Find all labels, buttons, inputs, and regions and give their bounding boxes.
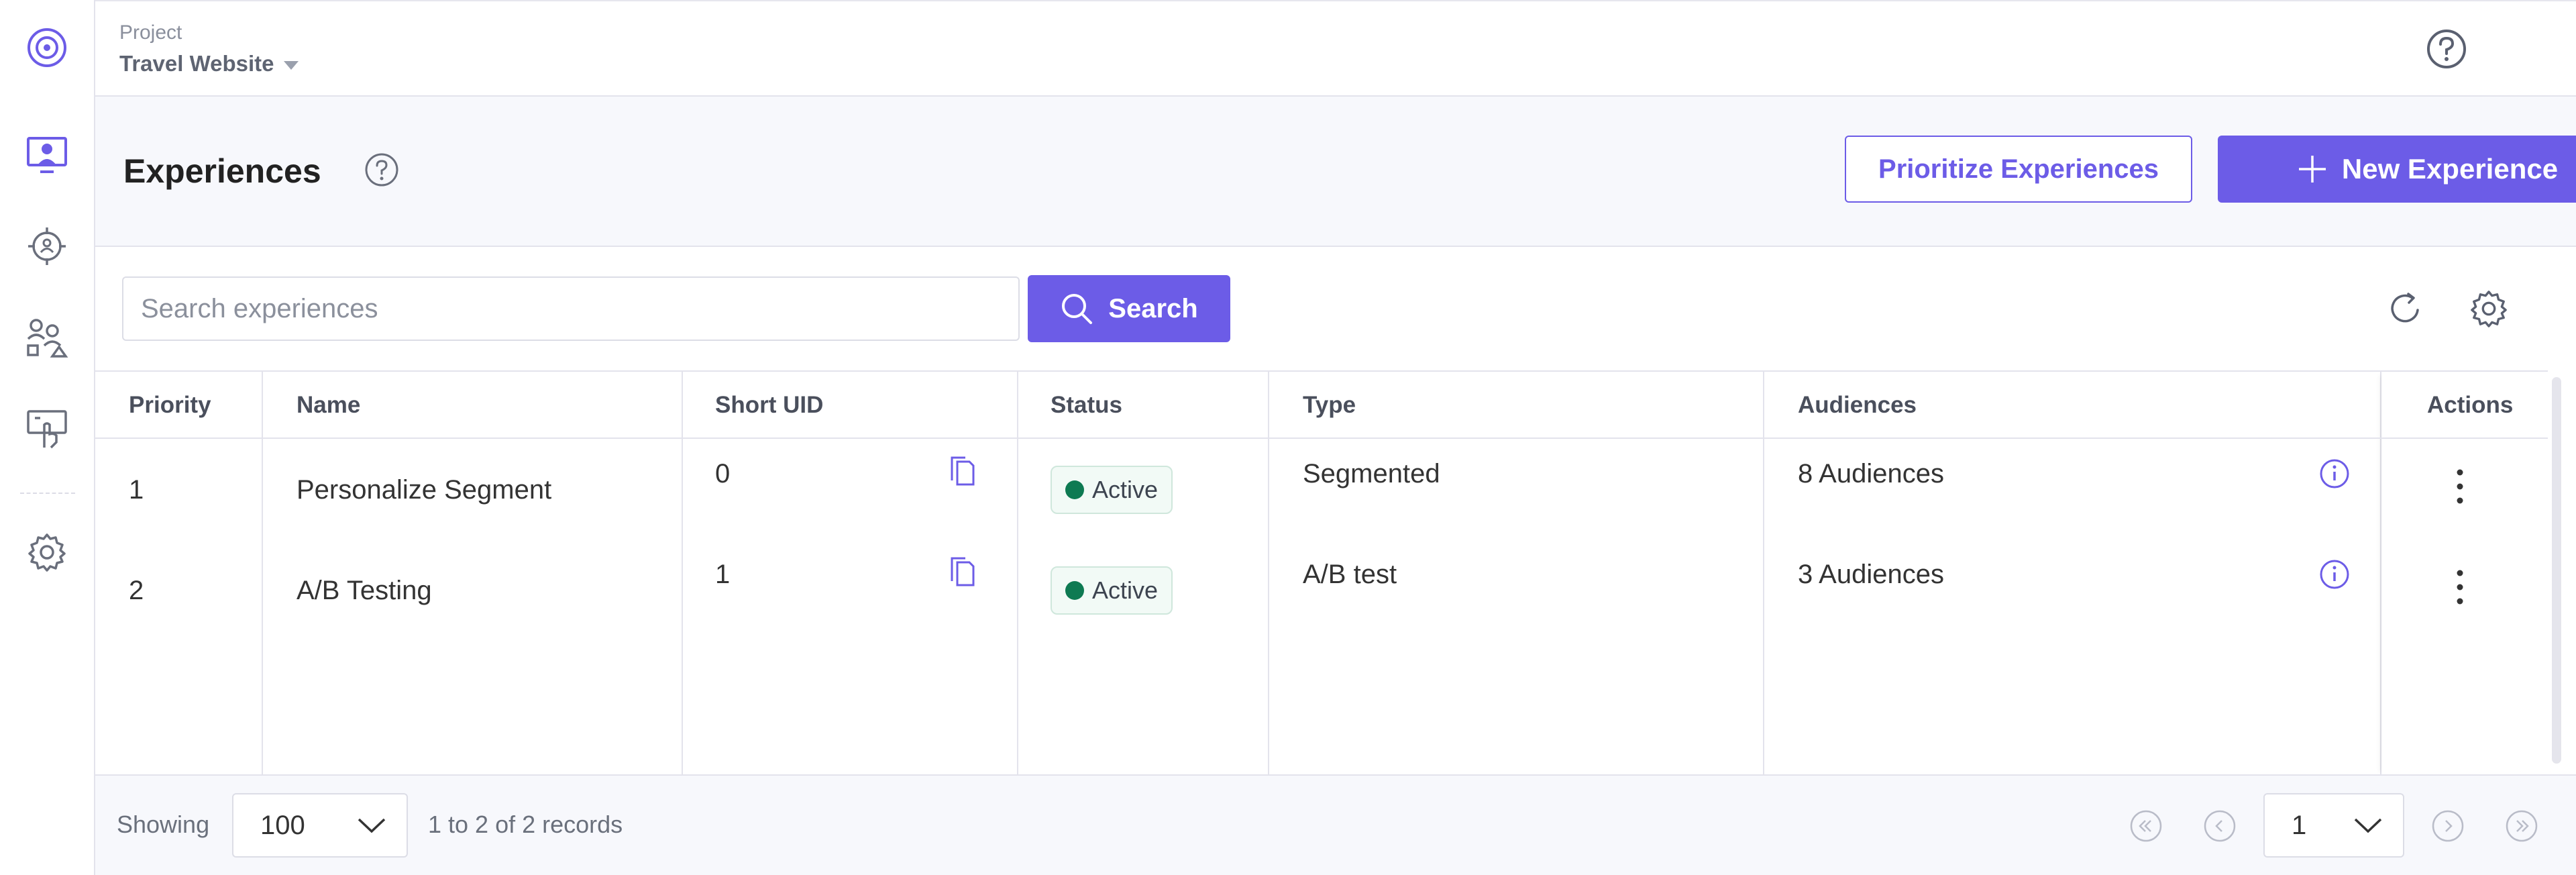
rail-divider bbox=[20, 493, 75, 494]
column-header-type[interactable]: Type bbox=[1303, 372, 1356, 439]
row-type: A/B test bbox=[1303, 560, 1397, 589]
row-actions-kebab-icon[interactable] bbox=[2443, 463, 2477, 510]
active-status-dot bbox=[1065, 480, 1084, 499]
info-icon[interactable] bbox=[2317, 456, 2352, 491]
records-count: 1 to 2 of 2 records bbox=[428, 811, 623, 838]
row-name[interactable]: Personalize Segment bbox=[297, 475, 551, 505]
current-page-value: 1 bbox=[2292, 810, 2307, 840]
column-header-name[interactable]: Name bbox=[297, 372, 360, 439]
row-priority: 1 bbox=[129, 475, 144, 505]
row-priority: 2 bbox=[129, 576, 144, 605]
active-status-dot bbox=[1065, 581, 1084, 600]
experiences-table: Priority Name Short UID Status Type Audi… bbox=[95, 370, 2548, 776]
project-selector[interactable]: Travel Website bbox=[119, 51, 299, 76]
column-header-priority[interactable]: Priority bbox=[129, 372, 211, 439]
column-header-audiences[interactable]: Audiences bbox=[1798, 372, 1917, 439]
settings-gear-icon[interactable] bbox=[23, 529, 70, 576]
status-text: Active bbox=[1092, 476, 1159, 503]
help-icon[interactable] bbox=[2423, 25, 2470, 72]
previous-page-icon[interactable] bbox=[2202, 808, 2238, 844]
table-footer: Showing 100 1 to 2 of 2 records 1 bbox=[95, 774, 2576, 875]
copy-icon[interactable] bbox=[947, 554, 978, 589]
table-settings-gear-icon[interactable] bbox=[2465, 285, 2513, 333]
caret-down-icon bbox=[283, 60, 299, 70]
status-badge: Active bbox=[1051, 566, 1173, 615]
showing-label: Showing bbox=[117, 811, 210, 838]
logo-target-icon[interactable] bbox=[23, 24, 70, 71]
row-audiences: 3 Audiences bbox=[1798, 560, 1944, 589]
search-input[interactable] bbox=[122, 276, 1020, 341]
page-title: Experiences bbox=[123, 152, 321, 190]
project-name: Travel Website bbox=[119, 51, 274, 76]
row-short-uid: 0 bbox=[715, 459, 731, 488]
plus-icon bbox=[2298, 156, 2326, 183]
attributes-people-icon[interactable] bbox=[23, 314, 70, 361]
search-icon bbox=[1062, 294, 1093, 324]
first-page-icon[interactable] bbox=[2128, 808, 2164, 844]
column-header-status[interactable]: Status bbox=[1051, 372, 1122, 439]
chevron-down-icon bbox=[2354, 818, 2382, 833]
prioritize-experiences-button[interactable]: Prioritize Experiences bbox=[1845, 136, 2192, 203]
project-label: Project bbox=[119, 21, 182, 44]
row-name[interactable]: A/B Testing bbox=[297, 576, 432, 606]
sdk-touch-icon[interactable] bbox=[23, 405, 70, 452]
page-size-select[interactable]: 100 bbox=[232, 793, 408, 858]
status-badge: Active bbox=[1051, 466, 1173, 514]
page-help-icon[interactable] bbox=[362, 150, 401, 189]
status-text: Active bbox=[1092, 576, 1159, 604]
copy-icon[interactable] bbox=[947, 454, 978, 488]
audiences-target-icon[interactable] bbox=[23, 223, 70, 270]
experiences-nav-icon[interactable] bbox=[23, 132, 70, 178]
search-button-label: Search bbox=[1108, 293, 1198, 323]
row-short-uid: 1 bbox=[715, 560, 731, 589]
row-audiences: 8 Audiences bbox=[1798, 459, 1944, 488]
next-page-icon[interactable] bbox=[2430, 808, 2466, 844]
refresh-icon[interactable] bbox=[2381, 285, 2430, 333]
page-number-select[interactable]: 1 bbox=[2263, 793, 2404, 858]
page-header: Experiences Prioritize Experiences New E… bbox=[95, 97, 2576, 247]
page-size-value: 100 bbox=[260, 810, 305, 840]
new-experience-button[interactable]: New Experience bbox=[2218, 136, 2576, 203]
top-header: Project Travel Website JR bbox=[95, 0, 2576, 97]
new-experience-label: New Experience bbox=[2341, 153, 2559, 185]
chevron-down-icon bbox=[358, 818, 386, 833]
last-page-icon[interactable] bbox=[2504, 808, 2540, 844]
column-header-short-uid[interactable]: Short UID bbox=[715, 372, 823, 439]
vertical-scrollbar[interactable] bbox=[2552, 377, 2561, 764]
column-header-actions: Actions bbox=[2427, 392, 2514, 418]
row-type: Segmented bbox=[1303, 459, 1440, 488]
info-icon[interactable] bbox=[2317, 557, 2352, 592]
left-rail bbox=[0, 0, 95, 875]
table-header: Priority Name Short UID Status Type Audi… bbox=[95, 372, 2548, 439]
row-actions-kebab-icon[interactable] bbox=[2443, 564, 2477, 611]
search-button[interactable]: Search bbox=[1028, 275, 1230, 342]
